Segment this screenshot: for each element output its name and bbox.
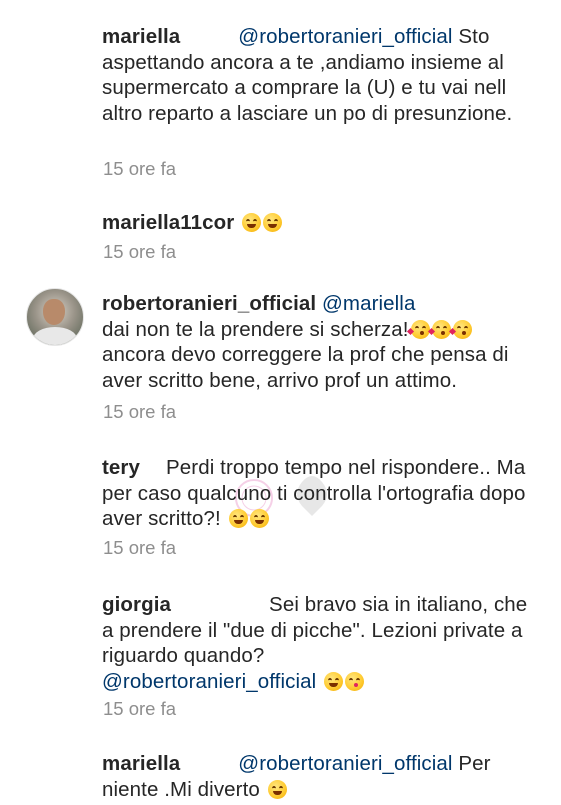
- comment-text: dai non te la prendere si scherza!: [102, 317, 409, 341]
- comment-timestamp: 15 ore fa: [103, 241, 177, 262]
- comment-body: mariella @robertoranieri_official Per nie…: [102, 751, 543, 802]
- avatar-face: [43, 299, 65, 325]
- comment-text: Perdi troppo tempo nel rispondere.. Ma p…: [102, 456, 526, 530]
- grinning-squint-emoji-icon: [242, 213, 262, 232]
- comment-timestamp: 15 ore fa: [103, 537, 177, 558]
- winking-tongue-emoji-icon: [345, 671, 365, 691]
- grinning-squint-emoji-icon: [267, 779, 287, 799]
- grinning-squint-emoji-icon: [324, 671, 344, 691]
- comment-username[interactable]: mariella: [102, 25, 180, 48]
- grinning-squint-emoji-icon: [263, 213, 283, 232]
- comment-body: giorgia Sei bravo sia in italiano, che a …: [102, 592, 543, 694]
- comment-mention[interactable]: @robertoranieri_official: [238, 25, 452, 48]
- comment-timestamp: 15 ore fa: [103, 698, 177, 719]
- comment-timestamp: 15 ore fa: [103, 401, 177, 422]
- kissing-heart-emoji-icon: [427, 319, 451, 339]
- kissing-heart-emoji-icon: [448, 319, 472, 339]
- comment-mention[interactable]: @robertoranieri_official: [238, 752, 452, 775]
- comment-username[interactable]: giorgia: [102, 593, 171, 616]
- avatar-shirt: [33, 327, 77, 345]
- comment-body: mariella @robertoranieri_official Sto asp…: [102, 24, 543, 126]
- comment-mention[interactable]: @robertoranieri_official: [102, 670, 316, 693]
- grinning-squint-emoji-icon: [249, 509, 269, 528]
- comment-username[interactable]: mariella11cor: [102, 211, 234, 234]
- comment-body: tery Perdi troppo tempo nel rispondere.. …: [102, 455, 543, 532]
- comment-body: robertoranieri_official @mariella dai no…: [102, 291, 543, 393]
- comment-mention[interactable]: @mariella: [322, 292, 415, 315]
- comment-text: ancora devo correggere la prof che pensa…: [102, 343, 509, 392]
- avatar[interactable]: [26, 288, 84, 346]
- kissing-heart-emoji-icon: [406, 319, 430, 339]
- comment-username[interactable]: robertoranieri_official: [102, 292, 316, 315]
- comment-username[interactable]: mariella: [102, 752, 180, 775]
- comment-timestamp: 15 ore fa: [103, 158, 177, 179]
- grinning-squint-emoji-icon: [228, 509, 248, 528]
- comment-body: mariella11cor: [102, 210, 543, 236]
- comment-username[interactable]: tery: [102, 456, 140, 479]
